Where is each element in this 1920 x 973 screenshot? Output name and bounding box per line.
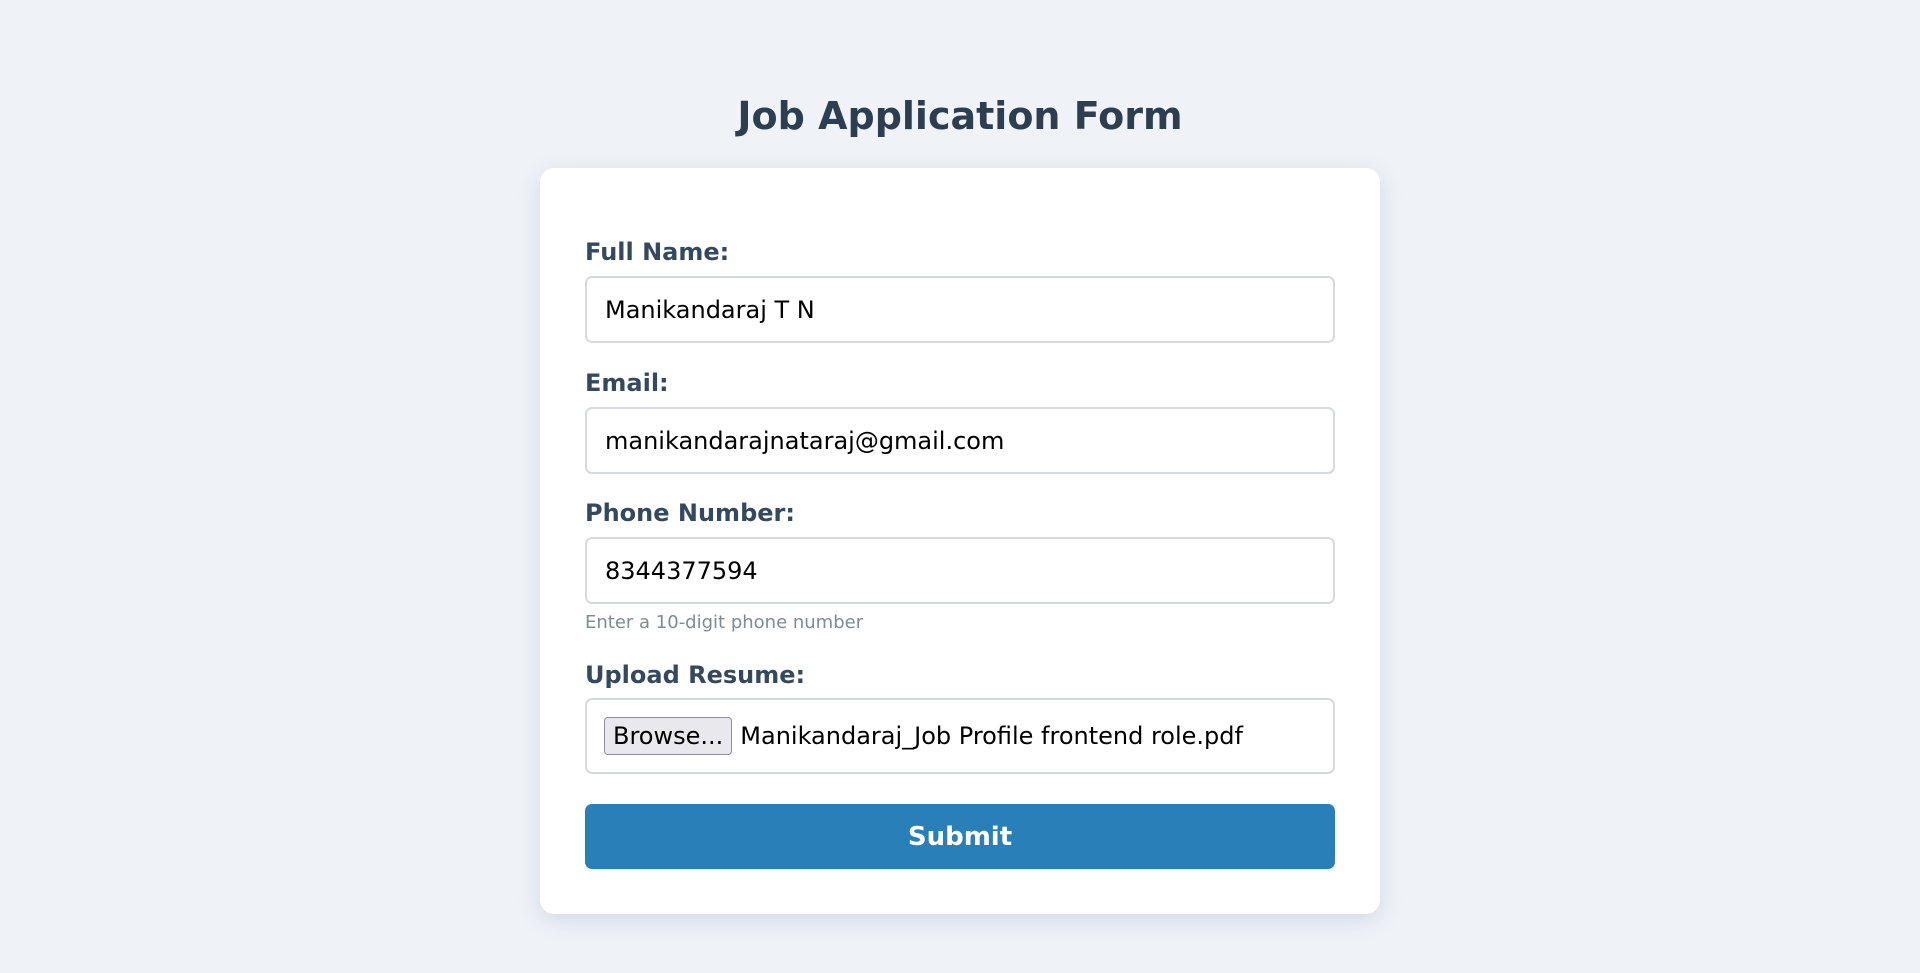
- browse-button[interactable]: Browse...: [604, 717, 733, 755]
- upload-resume-label: Upload Resume:: [585, 661, 806, 689]
- application-form-card: Full Name: Email: Phone Number: Enter a …: [540, 168, 1380, 914]
- phone-number-hint: Enter a 10-digit phone number: [585, 612, 864, 633]
- submit-button[interactable]: Submit: [585, 804, 1335, 869]
- page-title: Job Application Form: [737, 94, 1183, 138]
- phone-number-input[interactable]: [585, 537, 1335, 604]
- phone-number-label: Phone Number:: [585, 499, 795, 527]
- email-label: Email:: [585, 369, 669, 397]
- full-name-label: Full Name:: [585, 238, 730, 266]
- email-input[interactable]: [585, 407, 1335, 474]
- selected-file-name: Manikandaraj_Job Profile frontend role.p…: [740, 722, 1243, 750]
- resume-file-input[interactable]: Browse... Manikandaraj_Job Profile front…: [585, 698, 1335, 774]
- full-name-input[interactable]: [585, 276, 1335, 343]
